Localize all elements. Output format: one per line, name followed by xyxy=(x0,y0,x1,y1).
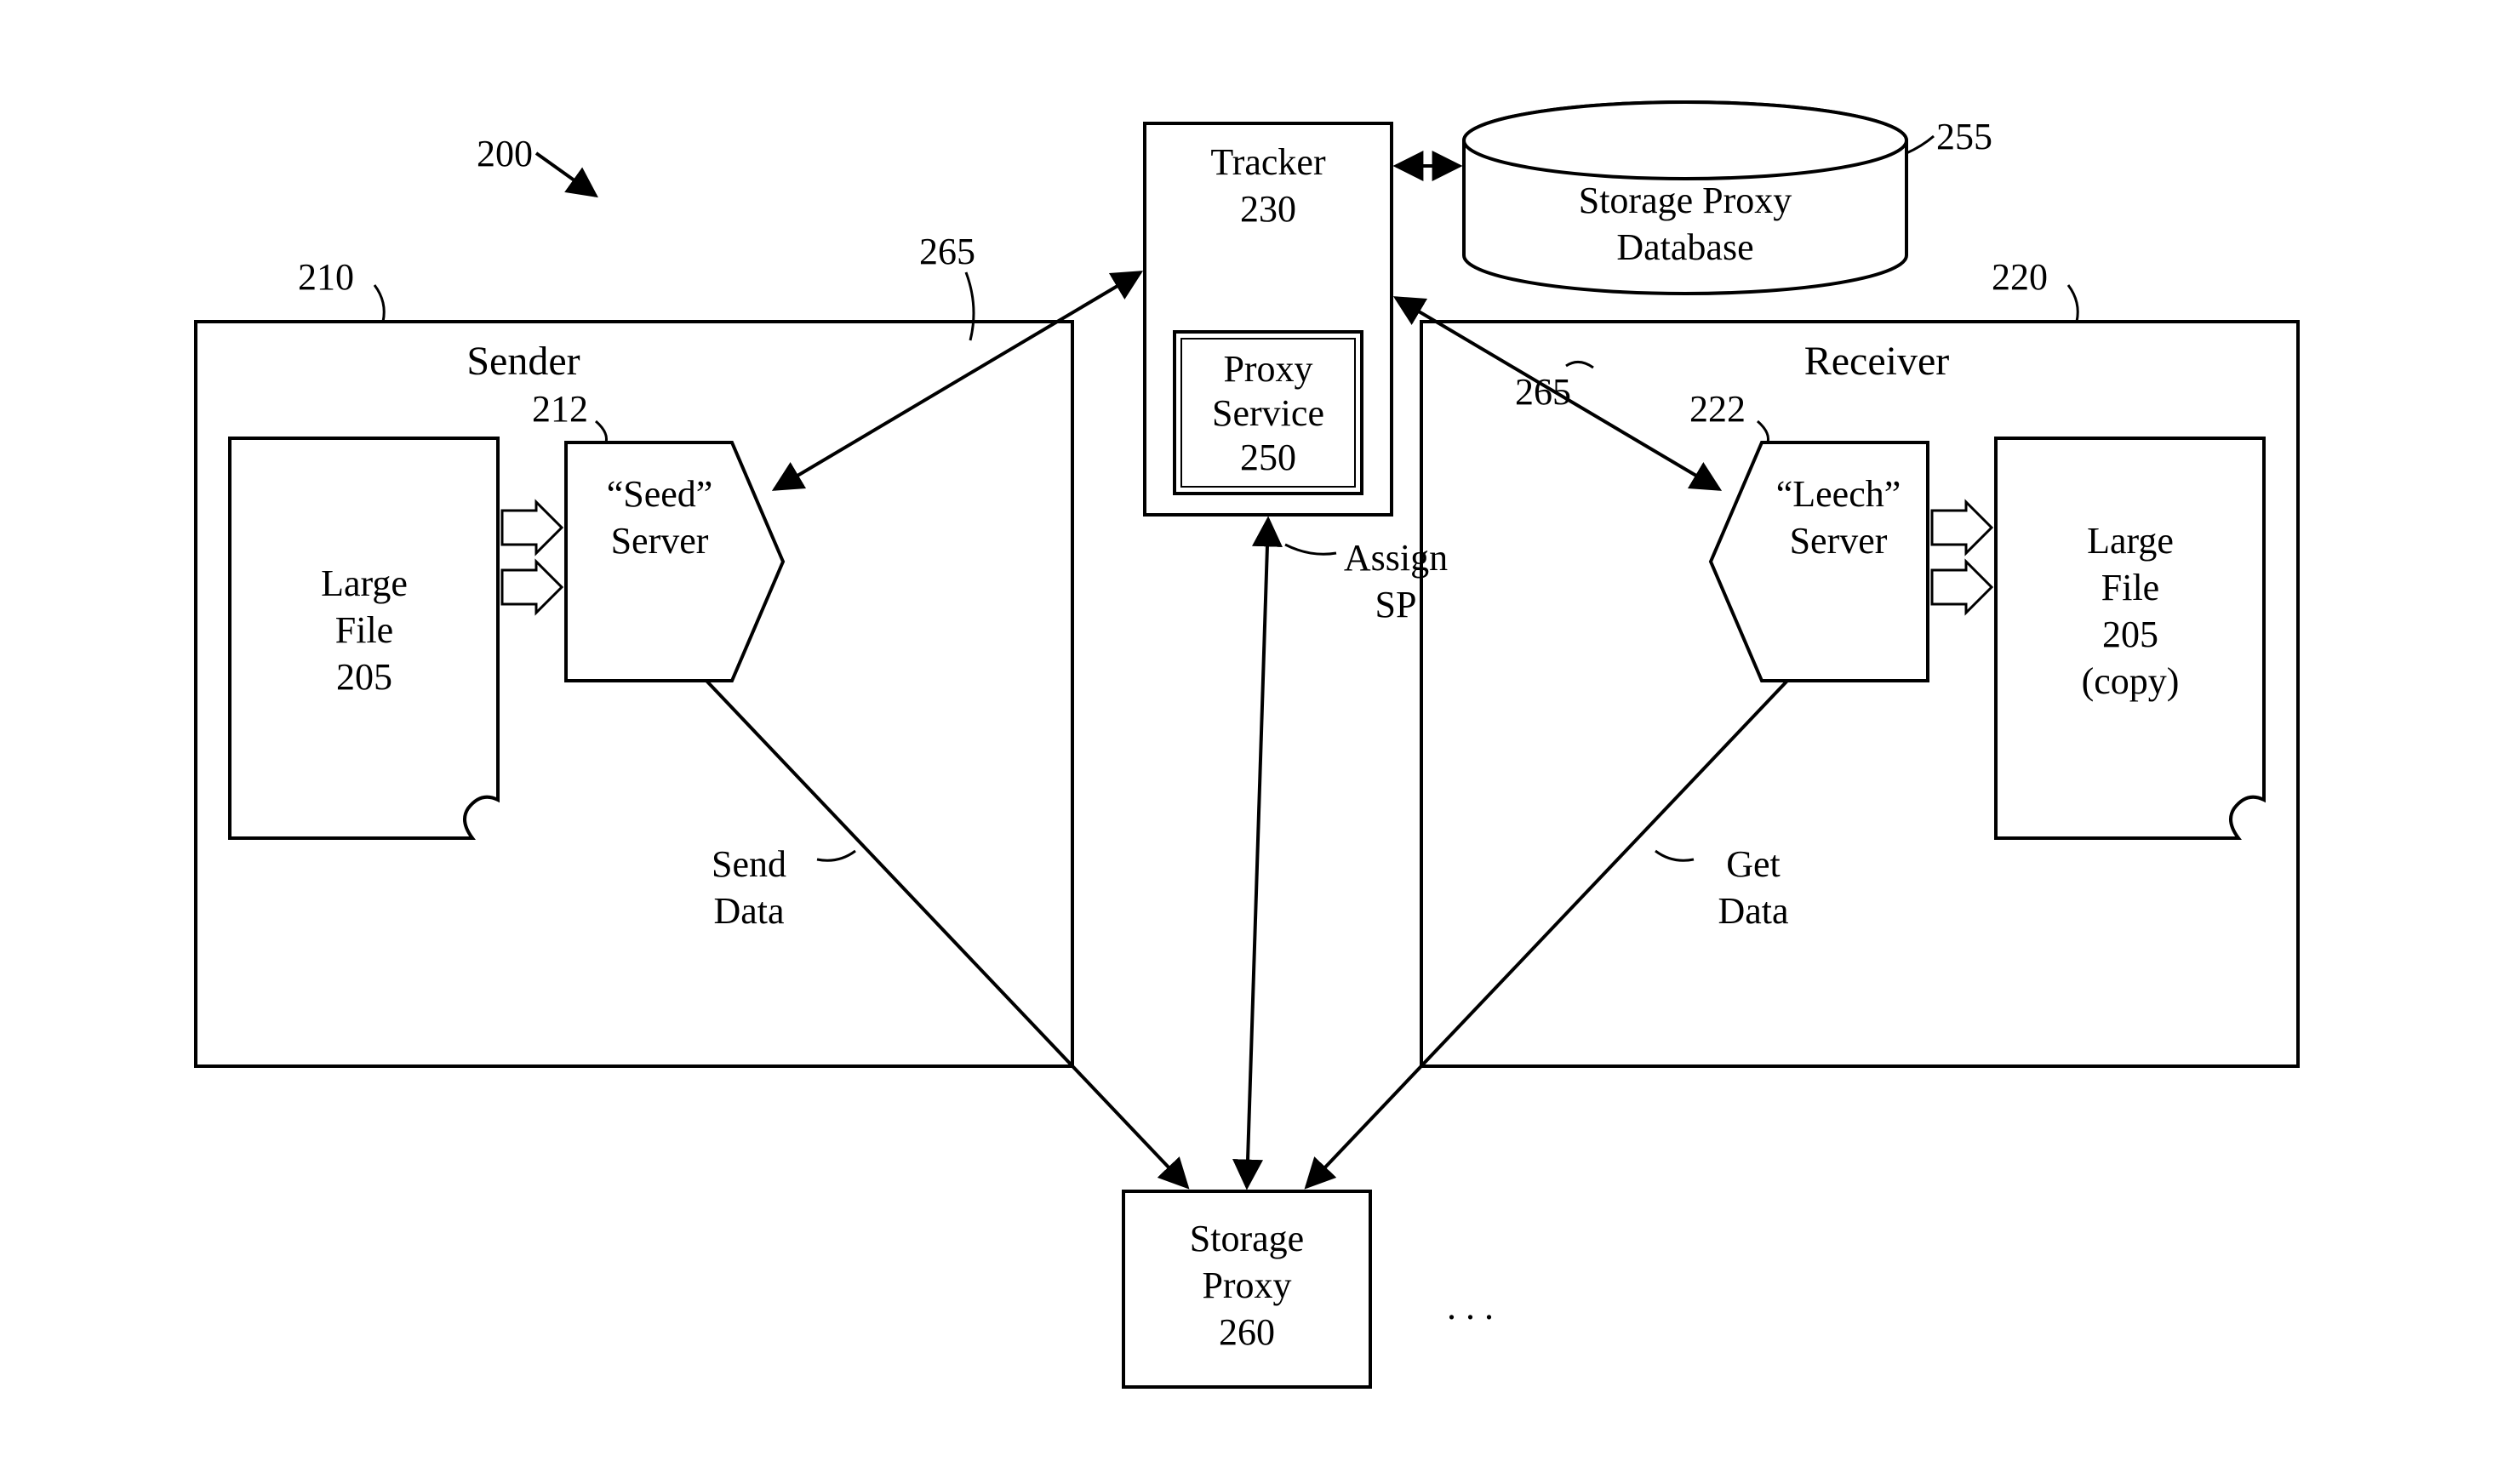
ref-receiver-box: 220 xyxy=(1992,256,2048,298)
get-data-tick xyxy=(1655,851,1694,860)
ref-receiver-box-tick xyxy=(2068,285,2078,322)
seed-to-storage-proxy xyxy=(706,681,1187,1187)
ref-tracker-link-right: 265 xyxy=(1515,371,1571,413)
leech-to-storage-proxy xyxy=(1306,681,1787,1187)
large-file-left: Large File 205 xyxy=(230,438,498,838)
ref-storage-proxy-db: 255 xyxy=(1936,116,1992,157)
large-file-left-l3: 205 xyxy=(336,656,392,698)
ref-sender-box-tick xyxy=(374,285,384,322)
assign-sp-l2: SP xyxy=(1375,584,1417,625)
storage-proxy-db-l1: Storage Proxy xyxy=(1579,180,1792,221)
ref-seed-server-tick xyxy=(596,421,607,442)
storage-proxy-l1: Storage xyxy=(1190,1218,1304,1259)
receiver-title: Receiver xyxy=(1804,339,1950,384)
storage-proxy-ellipsis: . . . xyxy=(1447,1286,1494,1327)
ref-overall-pointer xyxy=(536,153,596,196)
large-file-right-l2: File xyxy=(2101,567,2159,608)
leech-server: “Leech” Server xyxy=(1711,442,1928,681)
storage-proxy-l3: 260 xyxy=(1219,1311,1275,1353)
ref-sender-box: 210 xyxy=(298,256,354,298)
tracker-l1: Tracker xyxy=(1210,141,1326,183)
ref-overall: 200 xyxy=(477,133,533,174)
seed-l1: “Seed” xyxy=(607,473,713,515)
tracker-l2: 230 xyxy=(1240,188,1296,230)
large-file-left-l1: Large xyxy=(321,562,408,604)
leech-l2: Server xyxy=(1790,520,1888,562)
large-file-right: Large File 205 (copy) xyxy=(1996,438,2264,838)
storage-proxy-db-l2: Database xyxy=(1616,226,1753,268)
seed-server: “Seed” Server xyxy=(566,442,783,681)
large-file-right-l1: Large xyxy=(2087,520,2174,562)
leech-l1: “Leech” xyxy=(1776,473,1901,515)
ref-seed-server: 212 xyxy=(532,388,588,430)
large-file-left-l2: File xyxy=(335,609,393,651)
send-data-tick xyxy=(817,851,855,860)
seed-tracker-link xyxy=(775,272,1140,489)
large-file-right-l4: (copy) xyxy=(2082,660,2180,702)
proxy-service-l1: Proxy xyxy=(1223,348,1312,390)
sender-title: Sender xyxy=(466,339,580,384)
storage-proxy-db: Storage Proxy Database xyxy=(1464,102,1906,294)
proxy-service-l2: Service xyxy=(1212,392,1324,434)
proxy-service-l3: 250 xyxy=(1240,437,1296,478)
assign-sp-link xyxy=(1247,519,1268,1187)
large-file-right-l3: 205 xyxy=(2102,614,2158,655)
storage-proxy-l2: Proxy xyxy=(1202,1264,1291,1306)
get-data-l1: Get xyxy=(1726,843,1781,885)
assign-sp-l1: Assign xyxy=(1344,537,1448,579)
diagram-canvas: 200 Sender 210 Receiver 220 Tracker 230 … xyxy=(0,0,2498,1484)
ref-tracker-link-left-tick xyxy=(966,272,974,340)
file-to-seed-arrows xyxy=(502,502,562,613)
ref-storage-proxy-db-tick xyxy=(1906,136,1934,153)
ref-tracker-link-left: 265 xyxy=(919,231,975,272)
assign-sp-tick xyxy=(1285,545,1336,554)
leech-to-file-arrows xyxy=(1932,502,1992,613)
ref-leech-server-tick xyxy=(1758,421,1769,442)
ref-leech-server: 222 xyxy=(1689,388,1746,430)
seed-l2: Server xyxy=(611,520,709,562)
send-data-l1: Send xyxy=(712,843,786,885)
send-data-l2: Data xyxy=(713,890,784,932)
ref-tracker-link-right-tick xyxy=(1566,362,1593,368)
get-data-l2: Data xyxy=(1718,890,1788,932)
